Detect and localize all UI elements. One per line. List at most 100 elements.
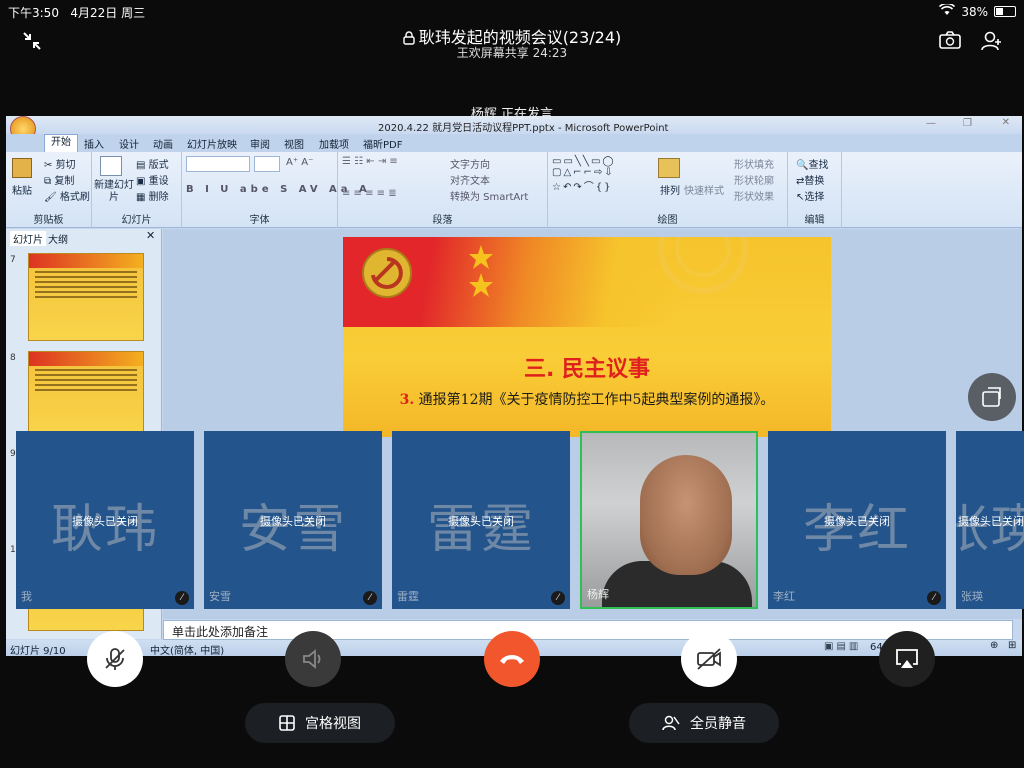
thumb-number: 9 <box>10 449 16 459</box>
battery-percent: 38% <box>961 4 988 19</box>
shape-effects-button[interactable]: 形状效果 <box>734 188 774 203</box>
camera-off-icon <box>697 648 721 670</box>
thumb-line <box>35 374 137 376</box>
view-buttons[interactable]: ▣▤▥ <box>824 641 861 652</box>
tab-animation[interactable]: 动画 <box>153 136 173 151</box>
wifi-icon <box>939 2 956 19</box>
align-buttons[interactable]: ≡ ≡ ≡ ≡ ≣ <box>342 188 397 199</box>
status-time-date: 下午3:50 4月22日 周三 <box>8 4 145 21</box>
camera-flip-icon[interactable] <box>938 30 962 54</box>
notes-field[interactable]: 单击此处添加备注 <box>163 620 1013 640</box>
pane-tabs: 幻灯片 大纲 ✕ <box>6 229 162 246</box>
delete-slide-button[interactable]: ▦ 删除 <box>136 188 169 203</box>
participant-tile[interactable]: 雷霆 摄像头已关闭 雷霆 ⁄ <box>392 431 570 609</box>
tab-design[interactable]: 设计 <box>119 136 139 151</box>
mute-all-icon <box>662 715 680 731</box>
thumb-number: 8 <box>10 353 16 363</box>
group-paragraph: ☰ ☷ ⇤ ⇥ ≡ 文字方向 对齐文本 转换为 SmartArt ≡ ≡ ≡ ≡… <box>338 152 548 228</box>
cut-button[interactable]: ✂ 剪切 <box>44 156 76 171</box>
tab-foxit-pdf[interactable]: 福昕PDF <box>363 136 402 151</box>
tab-addins[interactable]: 加载项 <box>319 136 349 151</box>
tab-slideshow[interactable]: 幻灯片放映 <box>187 136 237 151</box>
participant-video-tile[interactable]: 杨辉 <box>580 431 758 609</box>
status-bar: 下午3:50 4月22日 周三 38% <box>0 0 1024 22</box>
slide-thumbnail[interactable] <box>28 351 144 437</box>
tab-slides[interactable]: 幻灯片 <box>10 231 46 246</box>
shapes-gallery[interactable]: ▭▭╲╲▭◯ ▢△⌐⌐⇨⇩ ☆↶↷⌒{} <box>552 156 616 193</box>
paste-button[interactable]: 粘贴 <box>12 182 32 197</box>
camera-off-label: 摄像头已关闭 <box>260 515 326 528</box>
tab-home[interactable]: 开始 <box>44 134 78 152</box>
hangup-icon <box>500 655 524 664</box>
grid-view-button[interactable]: 宫格视图 <box>245 703 395 743</box>
text-direction-button[interactable]: 文字方向 <box>450 156 490 171</box>
star-icons <box>469 245 493 297</box>
clipboard-group-label: 剪贴板 <box>33 215 64 226</box>
camera-off-label: 摄像头已关闭 <box>824 515 890 528</box>
camera-off-label: 摄像头已关闭 <box>448 515 514 528</box>
group-editing: 🔍查找 ⇄替换 ↖选择 编辑 <box>788 152 842 228</box>
font-name-select[interactable] <box>186 156 250 172</box>
thumb-line <box>35 276 137 278</box>
participant-name: 李红 <box>773 590 795 603</box>
shape-outline-button[interactable]: 形状轮廓 <box>734 172 774 187</box>
active-speaker-label: 杨辉 正在发言 <box>470 107 554 122</box>
replace-button[interactable]: ⇄替换 <box>796 172 824 187</box>
select-button[interactable]: ↖选择 <box>796 188 824 203</box>
participant-name: 雷霆 <box>397 590 419 603</box>
mic-toggle-button[interactable] <box>87 631 143 687</box>
format-painter-button[interactable]: 🖌 格式刷 <box>44 188 90 203</box>
tab-insert[interactable]: 插入 <box>84 136 104 151</box>
find-button[interactable]: 🔍查找 <box>796 156 828 171</box>
fit-icon[interactable]: ⊞ <box>1008 640 1016 651</box>
quick-styles-button[interactable]: 快速样式 <box>684 182 724 197</box>
participant-tile[interactable]: 张瑛 摄像头已关闭 张瑛 <box>956 431 1024 609</box>
grow-shrink-font-icon[interactable]: A⁺ A⁻ <box>286 157 313 168</box>
editing-group-label: 编辑 <box>804 215 825 226</box>
new-slide-button[interactable]: 新建幻灯片 <box>94 180 134 204</box>
ribbon: 粘贴 ✂ 剪切 ⧉ 复制 🖌 格式刷 剪贴板 新建幻灯片 ▤ 版式 ▣ 重设 ▦… <box>6 152 1022 228</box>
camera-off-label: 摄像头已关闭 <box>958 515 1024 528</box>
zoom-in-icon[interactable]: ⊕ <box>990 640 998 651</box>
close-pane-icon[interactable]: ✕ <box>146 229 155 242</box>
new-slide-icon[interactable] <box>100 156 122 176</box>
arrange-button[interactable]: 排列 <box>660 182 680 197</box>
tab-outline[interactable]: 大纲 <box>48 231 68 246</box>
status-date: 4月22日 周三 <box>70 6 146 20</box>
screen-cast-button[interactable] <box>879 631 935 687</box>
align-text-button[interactable]: 对齐文本 <box>450 172 490 187</box>
camera-toggle-button[interactable] <box>681 631 737 687</box>
speaker-button[interactable] <box>285 631 341 687</box>
participant-tile[interactable]: 安雪 摄像头已关闭 安雪 ⁄ <box>204 431 382 609</box>
screen-share-info: 王欢屏幕共享 24:23 <box>456 46 568 60</box>
copy-button[interactable]: ⧉ 复制 <box>44 172 74 187</box>
screen-cast-icon <box>896 649 918 668</box>
font-size-select[interactable] <box>254 156 280 172</box>
current-slide[interactable]: 三. 民主议事 3. 通报第12期《关于疫情防控工作中5起典型案例的通报》。 <box>343 237 831 437</box>
layout-button[interactable]: ▤ 版式 <box>136 156 169 171</box>
tab-view[interactable]: 视图 <box>284 136 304 151</box>
party-emblem-icon <box>362 248 412 298</box>
paste-icon[interactable] <box>12 158 32 178</box>
slide-thumbnail[interactable] <box>28 253 144 341</box>
participant-video-face <box>640 455 732 575</box>
grid-icon <box>279 715 295 731</box>
add-user-icon[interactable] <box>980 30 1004 54</box>
camera-off-label: 摄像头已关闭 <box>72 515 138 528</box>
participant-name: 杨辉 <box>587 588 609 601</box>
smartart-button[interactable]: 转换为 SmartArt <box>450 188 528 203</box>
hangup-button[interactable] <box>484 631 540 687</box>
mute-all-button[interactable]: 全员静音 <box>629 703 779 743</box>
tab-review[interactable]: 审阅 <box>250 136 270 151</box>
list-buttons[interactable]: ☰ ☷ ⇤ ⇥ ≡ <box>342 156 398 167</box>
slide-heading: 三. 民主议事 <box>523 357 651 382</box>
rotate-screen-icon[interactable] <box>968 373 1016 421</box>
participant-tile[interactable]: 耿玮 摄像头已关闭 我 ⁄ <box>16 431 194 609</box>
participant-tile[interactable]: 李红 摄像头已关闭 李红 ⁄ <box>768 431 946 609</box>
speaker-icon <box>303 649 321 669</box>
reset-button[interactable]: ▣ 重设 <box>136 172 169 187</box>
reset-label: 重设 <box>148 176 169 187</box>
arrange-icon[interactable] <box>658 158 680 178</box>
thumb-line <box>35 389 137 391</box>
shape-fill-button[interactable]: 形状填充 <box>734 156 774 171</box>
